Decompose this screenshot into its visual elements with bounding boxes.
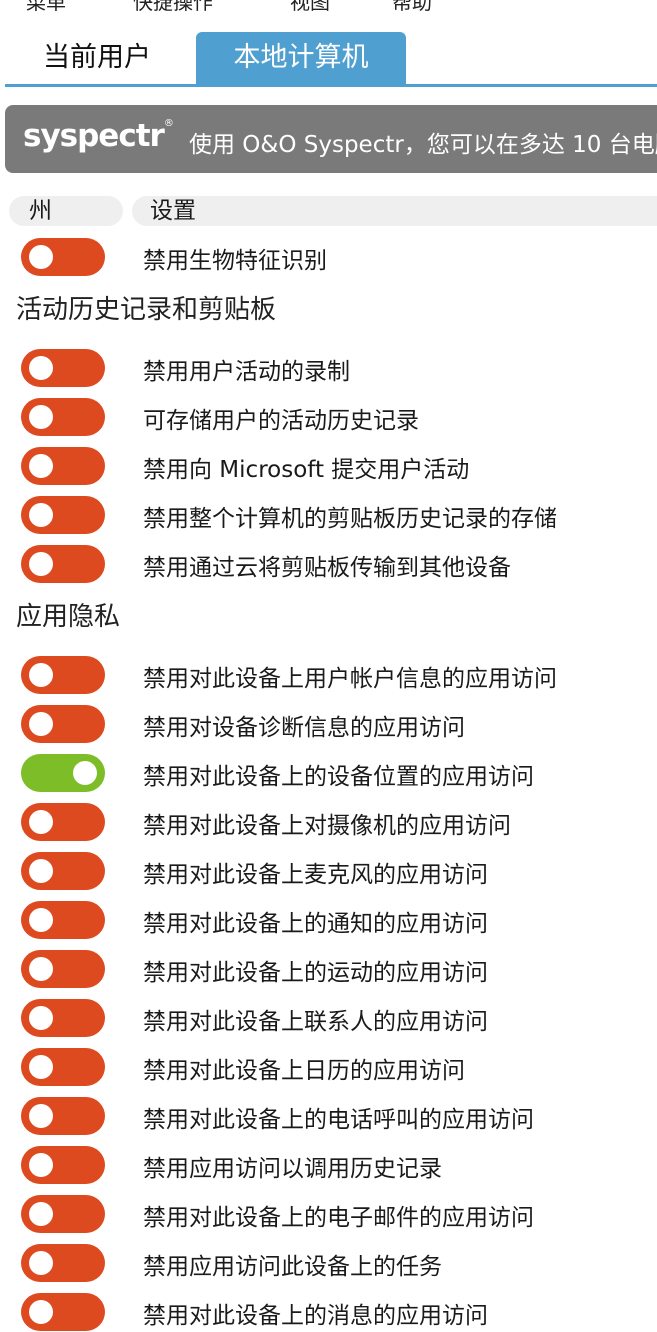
setting-toggle[interactable] — [21, 545, 105, 583]
setting-toggle[interactable] — [21, 705, 105, 743]
setting-row: 禁用对此设备上的设备位置的应用访问 — [0, 753, 657, 793]
toggle-knob — [29, 454, 53, 478]
toggle-knob — [29, 405, 53, 429]
setting-label: 禁用应用访问此设备上的任务 — [143, 1254, 442, 1280]
toggle-knob — [29, 1300, 53, 1324]
setting-row: 禁用对此设备上的消息的应用访问 — [0, 1292, 657, 1332]
setting-toggle[interactable] — [21, 1195, 105, 1233]
toggle-knob — [29, 1202, 53, 1226]
setting-label: 禁用对此设备上麦克风的应用访问 — [143, 862, 488, 888]
toggle-knob — [29, 245, 53, 269]
toggle-knob — [29, 503, 53, 527]
setting-row: 禁用用户活动的录制 — [0, 348, 657, 388]
setting-row: 禁用对设备诊断信息的应用访问 — [0, 704, 657, 744]
column-header-setting[interactable]: 设置 — [132, 196, 657, 226]
setting-toggle[interactable] — [21, 950, 105, 988]
toggle-knob — [29, 663, 53, 687]
menu-item-help[interactable]: 帮助 — [392, 0, 432, 15]
setting-toggle[interactable] — [21, 1097, 105, 1135]
setting-row: 禁用对此设备上联系人的应用访问 — [0, 998, 657, 1038]
setting-toggle[interactable] — [21, 1146, 105, 1184]
setting-label: 禁用对此设备上的设备位置的应用访问 — [143, 764, 534, 790]
setting-label: 禁用对此设备上的消息的应用访问 — [143, 1303, 488, 1329]
toggle-knob — [29, 957, 53, 981]
toggle-knob — [29, 1251, 53, 1275]
setting-row: 禁用对此设备上的电话呼叫的应用访问 — [0, 1096, 657, 1136]
setting-label: 禁用对此设备上日历的应用访问 — [143, 1058, 465, 1084]
tab-local-computer[interactable]: 本地计算机 — [196, 32, 406, 84]
toggle-knob — [29, 1006, 53, 1030]
toggle-knob — [29, 1153, 53, 1177]
setting-label: 禁用通过云将剪贴板传输到其他设备 — [143, 555, 511, 581]
setting-toggle[interactable] — [21, 1293, 105, 1331]
setting-label: 禁用对设备诊断信息的应用访问 — [143, 715, 465, 741]
setting-row: 禁用生物特征识别 — [0, 237, 657, 277]
setting-toggle[interactable] — [21, 999, 105, 1037]
setting-row: 禁用应用访问以调用历史记录 — [0, 1145, 657, 1185]
setting-row: 禁用对此设备上的运动的应用访问 — [0, 949, 657, 989]
setting-label: 禁用向 Microsoft 提交用户活动 — [143, 457, 470, 483]
setting-row: 禁用对此设备上的电子邮件的应用访问 — [0, 1194, 657, 1234]
setting-toggle[interactable] — [21, 447, 105, 485]
setting-row: 禁用对此设备上麦克风的应用访问 — [0, 851, 657, 891]
setting-label: 禁用用户活动的录制 — [143, 359, 350, 385]
setting-toggle[interactable] — [21, 398, 105, 436]
toggle-knob — [29, 1104, 53, 1128]
setting-label: 可存储用户的活动历史记录 — [143, 408, 419, 434]
setting-label: 禁用对此设备上联系人的应用访问 — [143, 1009, 488, 1035]
menu-bar: 菜单 快捷操作 视图 帮助 — [0, 0, 657, 14]
setting-label: 禁用对此设备上的电子邮件的应用访问 — [143, 1205, 534, 1231]
setting-toggle[interactable] — [21, 754, 105, 792]
toggle-knob — [73, 761, 97, 785]
setting-toggle[interactable] — [21, 496, 105, 534]
scope-tabs: 当前用户 本地计算机 — [0, 32, 657, 88]
setting-label: 禁用对此设备上的运动的应用访问 — [143, 960, 488, 986]
column-header-state[interactable]: 州 — [9, 196, 123, 226]
setting-row: 禁用应用访问此设备上的任务 — [0, 1243, 657, 1283]
tab-current-user[interactable]: 当前用户 — [22, 32, 172, 84]
setting-label: 禁用应用访问以调用历史记录 — [143, 1156, 442, 1182]
setting-row: 禁用对此设备上的通知的应用访问 — [0, 900, 657, 940]
toggle-knob — [29, 552, 53, 576]
syspectr-banner[interactable]: syspectr® 使用 O&O Syspectr，您可以在多达 10 台电脑 — [5, 105, 657, 173]
toggle-knob — [29, 908, 53, 932]
menu-item-quick-actions[interactable]: 快捷操作 — [133, 0, 213, 15]
setting-label: 禁用生物特征识别 — [143, 248, 327, 274]
setting-row: 禁用向 Microsoft 提交用户活动 — [0, 446, 657, 486]
syspectr-logo: syspectr® — [23, 118, 174, 154]
setting-row: 禁用整个计算机的剪贴板历史记录的存储 — [0, 495, 657, 535]
setting-row: 禁用通过云将剪贴板传输到其他设备 — [0, 544, 657, 584]
logo-text: syspectr — [23, 118, 165, 154]
setting-row: 禁用对此设备上日历的应用访问 — [0, 1047, 657, 1087]
setting-toggle[interactable] — [21, 656, 105, 694]
banner-text: 使用 O&O Syspectr，您可以在多达 10 台电脑 — [189, 132, 657, 158]
toggle-knob — [29, 859, 53, 883]
setting-toggle[interactable] — [21, 852, 105, 890]
setting-toggle[interactable] — [21, 238, 105, 276]
toggle-knob — [29, 356, 53, 380]
menu-item-menu[interactable]: 菜单 — [26, 0, 66, 15]
toggle-knob — [29, 1055, 53, 1079]
section-title: 活动历史记录和剪贴板 — [16, 295, 277, 325]
setting-label: 禁用对此设备上的电话呼叫的应用访问 — [143, 1107, 534, 1133]
toggle-knob — [29, 810, 53, 834]
setting-row: 禁用对此设备上用户帐户信息的应用访问 — [0, 655, 657, 695]
setting-toggle[interactable] — [21, 901, 105, 939]
setting-label: 禁用对此设备上对摄像机的应用访问 — [143, 813, 511, 839]
setting-toggle[interactable] — [21, 349, 105, 387]
setting-label: 禁用整个计算机的剪贴板历史记录的存储 — [143, 506, 557, 532]
setting-row: 禁用对此设备上对摄像机的应用访问 — [0, 802, 657, 842]
setting-toggle[interactable] — [21, 1048, 105, 1086]
setting-toggle[interactable] — [21, 1244, 105, 1282]
setting-label: 禁用对此设备上的通知的应用访问 — [143, 911, 488, 937]
toggle-knob — [29, 712, 53, 736]
logo-registered-mark: ® — [163, 118, 174, 129]
setting-label: 禁用对此设备上用户帐户信息的应用访问 — [143, 666, 557, 692]
setting-row: 可存储用户的活动历史记录 — [0, 397, 657, 437]
setting-toggle[interactable] — [21, 803, 105, 841]
menu-item-view[interactable]: 视图 — [290, 0, 330, 15]
tab-underline — [5, 84, 657, 87]
section-title: 应用隐私 — [16, 602, 121, 632]
